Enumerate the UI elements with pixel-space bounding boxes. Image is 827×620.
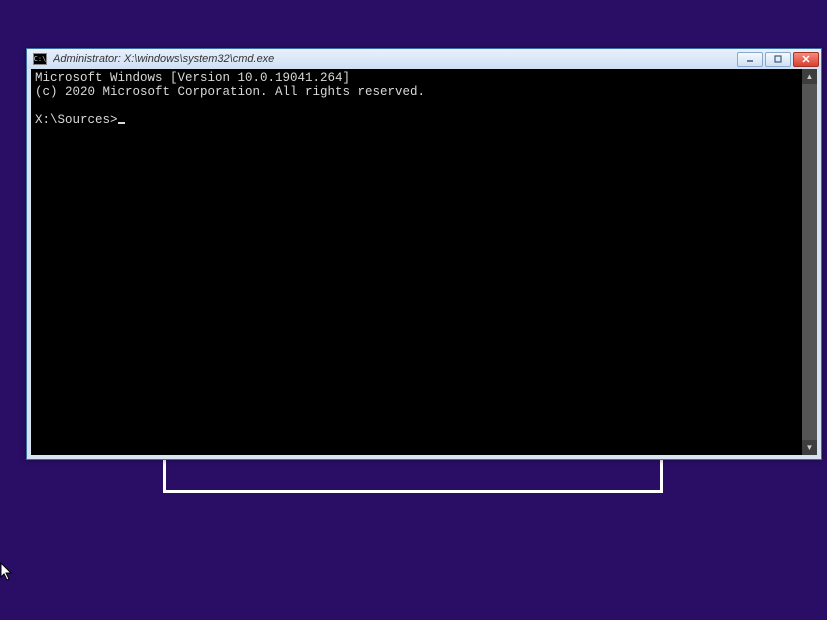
desktop: C:\ Administrator: X:\windows\system32\c…	[0, 0, 827, 620]
window-controls	[737, 52, 819, 67]
scroll-thumb[interactable]	[802, 84, 817, 440]
cmd-icon: C:\	[33, 53, 47, 65]
maximize-button[interactable]	[765, 52, 791, 67]
scrollbar[interactable]: ▲ ▼	[802, 69, 817, 455]
titlebar[interactable]: C:\ Administrator: X:\windows\system32\c…	[27, 49, 821, 69]
terminal-prompt: X:\Sources>	[35, 113, 118, 127]
scroll-track[interactable]	[802, 84, 817, 440]
cmd-window: C:\ Administrator: X:\windows\system32\c…	[26, 48, 822, 460]
client-area: Microsoft Windows [Version 10.0.19041.26…	[31, 69, 817, 455]
terminal[interactable]: Microsoft Windows [Version 10.0.19041.26…	[31, 69, 802, 455]
scroll-up-button[interactable]: ▲	[802, 69, 817, 84]
scroll-down-button[interactable]: ▼	[802, 440, 817, 455]
terminal-line: Microsoft Windows [Version 10.0.19041.26…	[35, 71, 350, 85]
close-button[interactable]	[793, 52, 819, 67]
mouse-cursor-icon	[0, 562, 14, 582]
terminal-line: (c) 2020 Microsoft Corporation. All righ…	[35, 85, 425, 99]
minimize-button[interactable]	[737, 52, 763, 67]
window-title: Administrator: X:\windows\system32\cmd.e…	[53, 53, 737, 65]
text-cursor	[118, 122, 125, 124]
setup-dialog-outline	[163, 458, 663, 493]
